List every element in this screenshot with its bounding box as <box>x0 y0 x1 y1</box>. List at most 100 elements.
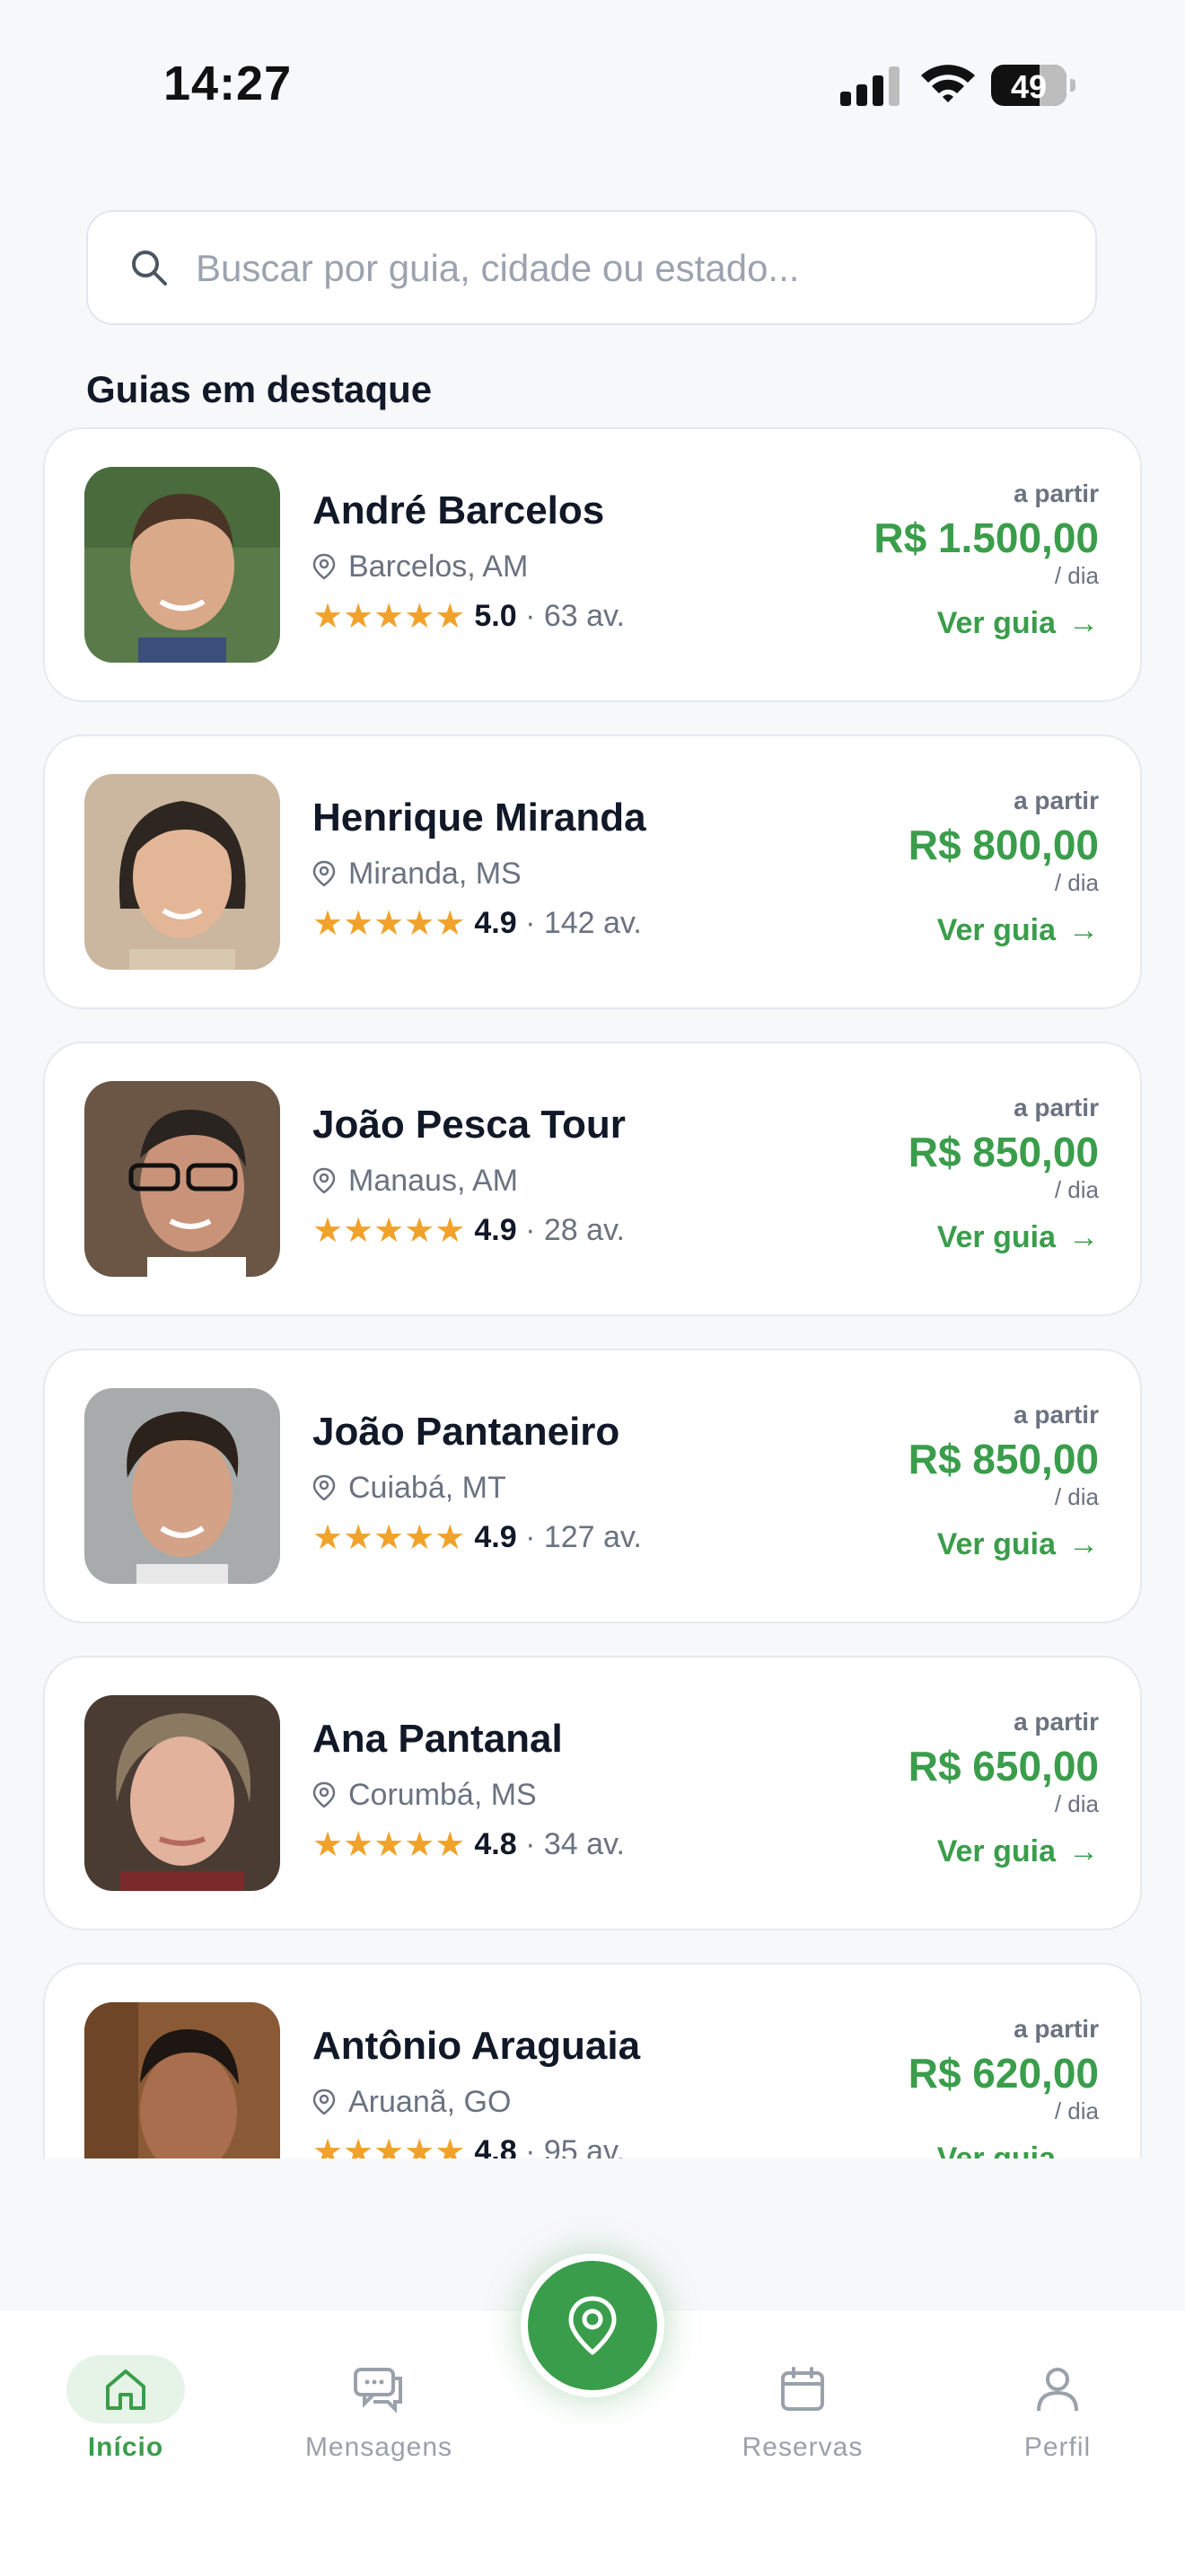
price-block: a partir R$ 620,00 / dia Ver guia → <box>908 2015 1099 2158</box>
from-label: a partir <box>1014 1708 1099 1736</box>
arrow-right-icon: → <box>1068 1834 1099 1868</box>
view-guide-link[interactable]: Ver guia → <box>908 1834 1099 1869</box>
view-guide-label: Ver guia <box>936 913 1056 947</box>
guide-name: João Pesca Tour <box>312 1103 626 1147</box>
location-text: Aruanã, GO <box>348 2085 512 2119</box>
guide-name: João Pantaneiro <box>312 1410 620 1454</box>
guide-location: Barcelos, AM <box>312 549 528 585</box>
view-guide-link[interactable]: Ver guia → <box>908 913 1099 948</box>
guide-card[interactable]: Antônio Araguaia Aruanã, GO ★★★★★ 4.8 · 9… <box>43 1963 1142 2158</box>
guide-card[interactable]: Henrique Miranda Miranda, MS ★★★★★ 4.9 · … <box>43 734 1142 1009</box>
star-icon: ★★★★★ <box>312 1826 466 1864</box>
price: R$ 1.500,00 <box>873 514 1099 561</box>
per-day-label: / dia <box>1054 2097 1099 2124</box>
nav-home[interactable]: Início <box>36 2355 215 2463</box>
view-guide-link[interactable]: Ver guia → <box>908 2141 1099 2158</box>
search-bar[interactable] <box>86 210 1097 325</box>
battery-level: 49 <box>1010 68 1048 105</box>
rating-row: ★★★★★ 4.9 · 28 av. <box>312 1210 625 1251</box>
arrow-right-icon: → <box>1068 606 1099 640</box>
guide-card[interactable]: André Barcelos Barcelos, AM ★★★★★ 5.0 · 6… <box>43 427 1142 702</box>
guide-location: Aruanã, GO <box>312 2085 511 2120</box>
from-label: a partir <box>1014 2015 1099 2043</box>
from-label: a partir <box>1014 1401 1099 1429</box>
nav-profile[interactable]: Perfil <box>968 2355 1147 2463</box>
price-block: a partir R$ 850,00 / dia Ver guia → <box>908 1401 1099 1562</box>
calendar-icon <box>781 2367 824 2411</box>
avatar <box>84 1388 280 1584</box>
rating-value: 4.8 <box>474 2134 517 2158</box>
price-block: a partir R$ 1.500,00 / dia Ver guia → <box>873 479 1099 641</box>
price: R$ 850,00 <box>908 1129 1099 1175</box>
guide-card[interactable]: Ana Pantanal Corumbá, MS ★★★★★ 4.8 · 34 a… <box>43 1656 1142 1930</box>
star-icon: ★★★★★ <box>312 2133 466 2158</box>
location-pin-icon <box>312 2088 336 2115</box>
arrow-right-icon: → <box>1068 2141 1099 2158</box>
price: R$ 620,00 <box>908 2050 1099 2097</box>
price: R$ 650,00 <box>908 1743 1099 1789</box>
view-guide-link[interactable]: Ver guia → <box>908 1527 1099 1562</box>
review-count: · 95 av. <box>525 2134 625 2158</box>
guide-card[interactable]: João Pesca Tour Manaus, AM ★★★★★ 4.9 · 28… <box>43 1042 1142 1316</box>
per-day-label: / dia <box>1054 1790 1099 1817</box>
price-block: a partir R$ 800,00 / dia Ver guia → <box>908 787 1099 948</box>
from-label: a partir <box>1014 1094 1099 1121</box>
chat-icon <box>354 2368 402 2413</box>
guide-list[interactable]: André Barcelos Barcelos, AM ★★★★★ 5.0 · 6… <box>0 424 1185 2158</box>
rating-row: ★★★★★ 5.0 · 63 av. <box>312 596 625 637</box>
rating-row: ★★★★★ 4.8 · 95 av. <box>312 2132 625 2158</box>
star-icon: ★★★★★ <box>312 1519 466 1557</box>
avatar <box>84 1081 280 1277</box>
location-pin-icon <box>312 1781 336 1808</box>
view-guide-label: Ver guia <box>936 1834 1056 1868</box>
nav-messages[interactable]: Mensagens <box>289 2355 469 2463</box>
view-guide-link[interactable]: Ver guia → <box>873 606 1099 641</box>
price: R$ 800,00 <box>908 822 1099 868</box>
status-time: 14:27 <box>163 57 293 110</box>
star-icon: ★★★★★ <box>312 598 466 636</box>
location-pin-icon <box>312 1167 336 1194</box>
view-guide-label: Ver guia <box>936 2141 1056 2158</box>
rating-value: 5.0 <box>474 599 517 633</box>
cellular-signal-icon <box>840 66 900 106</box>
location-text: Barcelos, AM <box>348 549 529 584</box>
per-day-label: / dia <box>1054 1483 1099 1510</box>
view-guide-link[interactable]: Ver guia → <box>908 1220 1099 1255</box>
review-count: · 127 av. <box>525 1520 642 1554</box>
view-guide-label: Ver guia <box>936 1527 1056 1561</box>
nav-bookings[interactable]: Reservas <box>713 2355 892 2463</box>
guide-name: Ana Pantanal <box>312 1717 563 1761</box>
per-day-label: / dia <box>1054 562 1099 589</box>
guide-location: Miranda, MS <box>312 857 522 892</box>
view-guide-label: Ver guia <box>936 1220 1056 1254</box>
guide-location: Manaus, AM <box>312 1164 518 1199</box>
guide-name: Antônio Araguaia <box>312 2024 641 2068</box>
arrow-right-icon: → <box>1068 913 1099 947</box>
search-input[interactable] <box>194 212 1059 325</box>
user-icon <box>1037 2368 1078 2412</box>
section-title: Guias em destaque <box>86 368 433 410</box>
nav-profile-label: Perfil <box>1023 2432 1092 2462</box>
star-icon: ★★★★★ <box>312 1212 466 1250</box>
price: R$ 850,00 <box>908 1436 1099 1482</box>
per-day-label: / dia <box>1054 1176 1099 1203</box>
view-guide-label: Ver guia <box>936 606 1056 640</box>
map-fab-button[interactable] <box>521 2254 664 2397</box>
review-count: · 142 av. <box>525 906 642 940</box>
star-icon: ★★★★★ <box>312 905 466 943</box>
rating-value: 4.8 <box>474 1827 517 1861</box>
location-text: Miranda, MS <box>348 857 522 891</box>
guide-location: Cuiabá, MT <box>312 1471 506 1506</box>
nav-bookings-label: Reservas <box>742 2432 864 2462</box>
location-text: Manaus, AM <box>348 1164 518 1198</box>
map-pin-icon <box>568 2296 617 2355</box>
avatar <box>84 2002 280 2158</box>
price-block: a partir R$ 850,00 / dia Ver guia → <box>908 1094 1099 1255</box>
review-count: · 28 av. <box>525 1213 625 1247</box>
search-icon <box>132 251 167 286</box>
guide-card[interactable]: João Pantaneiro Cuiabá, MT ★★★★★ 4.9 · 12… <box>43 1349 1142 1623</box>
avatar <box>84 467 280 663</box>
rating-row: ★★★★★ 4.9 · 127 av. <box>312 1517 642 1558</box>
per-day-label: / dia <box>1054 869 1099 896</box>
nav-home-highlight <box>66 2355 185 2423</box>
